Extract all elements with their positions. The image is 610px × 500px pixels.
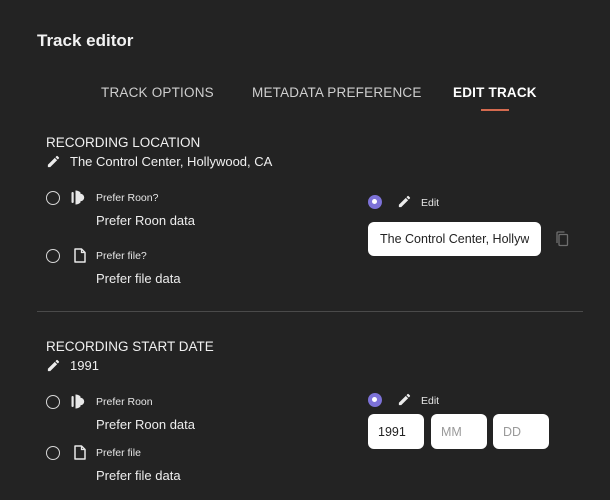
radio-prefer-roon-date[interactable]: [46, 395, 60, 409]
section-divider: [37, 311, 583, 312]
prefer-file-date-label: Prefer file: [96, 447, 141, 459]
pencil-icon: [47, 359, 60, 372]
radio-edit-date[interactable]: [368, 393, 382, 407]
pencil-icon: [398, 393, 411, 406]
day-input[interactable]: [493, 414, 549, 449]
prefer-file-date-data: Prefer file data: [96, 468, 181, 483]
radio-prefer-file-date[interactable]: [46, 446, 60, 460]
section-value-recording-location: The Control Center, Hollywood, CA: [46, 154, 272, 169]
prefer-file-location-data: Prefer file data: [96, 271, 181, 286]
radio-prefer-roon-location[interactable]: [46, 191, 60, 205]
section-title-recording-location: RECORDING LOCATION: [46, 135, 201, 150]
file-icon: [74, 248, 86, 263]
prefer-roon-date-label: Prefer Roon: [96, 396, 153, 408]
file-icon: [74, 445, 86, 460]
section-value-recording-start-date: 1991: [46, 358, 99, 373]
edit-date-label: Edit: [421, 395, 440, 407]
radio-edit-location[interactable]: [368, 195, 382, 209]
active-tab-underline: [480, 109, 509, 111]
roon-logo-icon: [71, 190, 86, 205]
tab-metadata-preference[interactable]: METADATA PREFERENCE: [252, 85, 422, 100]
tab-edit-track[interactable]: EDIT TRACK: [453, 85, 537, 111]
prefer-roon-date-data: Prefer Roon data: [96, 417, 196, 432]
pencil-icon: [398, 195, 411, 208]
month-input[interactable]: [431, 414, 487, 449]
prefer-file-location-label: Prefer file?: [96, 250, 147, 262]
pencil-icon: [47, 155, 60, 168]
tab-track-options[interactable]: TRACK OPTIONS: [101, 85, 214, 100]
prefer-roon-location-data: Prefer Roon data: [96, 213, 196, 228]
tab-bar: TRACK OPTIONS METADATA PREFERENCE EDIT T…: [0, 85, 610, 115]
radio-prefer-file-location[interactable]: [46, 249, 60, 263]
window-title: Track editor: [37, 31, 134, 50]
copy-icon[interactable]: [555, 231, 569, 247]
edit-location-label: Edit: [421, 197, 440, 209]
location-edit-input[interactable]: [368, 222, 541, 256]
year-input[interactable]: [368, 414, 424, 449]
roon-logo-icon: [71, 394, 86, 409]
recording-start-date-current-value: 1991: [70, 358, 99, 373]
section-title-recording-start-date: RECORDING START DATE: [46, 339, 214, 354]
tab-edit-track-label: EDIT TRACK: [453, 85, 537, 100]
prefer-roon-location-label: Prefer Roon?: [96, 192, 159, 204]
recording-location-current-value: The Control Center, Hollywood, CA: [70, 154, 273, 169]
